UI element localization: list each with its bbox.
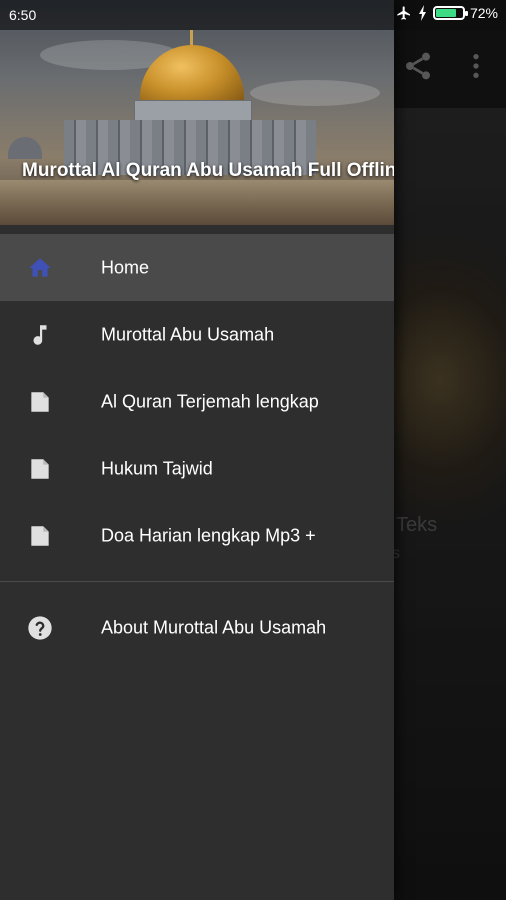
help-icon [25,613,55,643]
menu-item-label: Doa Harian lengkap Mp3 + [101,525,316,545]
status-bar: 6:50 72% [0,0,506,30]
menu-item-label: Murottal Abu Usamah [101,324,275,344]
menu-item-doa-harian[interactable]: Doa Harian lengkap Mp3 + [0,502,394,569]
airplane-mode-icon [397,6,410,20]
drawer-header-title: Murottal Al Quran Abu Usamah Full Offlin… [22,160,394,181]
menu-item-label: About Murottal Abu Usamah [101,617,327,637]
document-icon [25,521,55,551]
drawer-menu: Home Murottal Abu Usamah Al Quran Terjem… [0,234,394,661]
charging-icon [418,5,426,21]
home-icon [25,253,55,283]
menu-item-hukum-tajwid[interactable]: Hukum Tajwid [0,435,394,502]
battery-icon [432,6,468,20]
document-icon [25,454,55,484]
battery-percent: 72% [469,5,498,21]
menu-item-quran-terjemah[interactable]: Al Quran Terjemah lengkap [0,368,394,435]
menu-item-label: Al Quran Terjemah lengkap [101,391,319,411]
document-icon [25,387,55,417]
menu-item-label: Hukum Tajwid [101,458,213,478]
menu-item-home[interactable]: Home [0,234,394,301]
music-note-icon [25,320,55,350]
menu-item-about[interactable]: About Murottal Abu Usamah [0,594,394,661]
drawer-header: Murottal Al Quran Abu Usamah Full Offlin… [0,0,394,225]
navigation-drawer: Murottal Al Quran Abu Usamah Full Offlin… [0,0,394,900]
menu-item-murottal[interactable]: Murottal Abu Usamah [0,301,394,368]
status-time: 6:50 [9,7,37,23]
menu-divider [0,581,394,582]
menu-item-label: Home [101,257,150,277]
